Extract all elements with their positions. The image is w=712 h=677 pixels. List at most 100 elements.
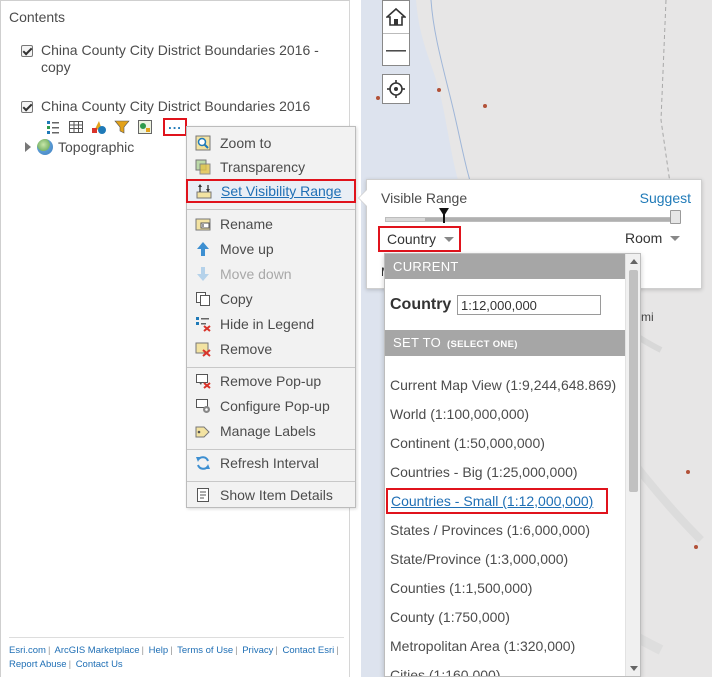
more-options-label: ... [168,116,182,132]
menu-item-transparency[interactable]: Transparency [187,155,355,179]
scale-option[interactable]: Metropolitan Area (1:320,000) [385,633,625,659]
range-slider-fill [425,218,678,221]
more-options-button[interactable]: ... [163,118,187,136]
max-scale-value: Room [625,230,663,246]
copy-icon [195,291,211,307]
menu-item-move-down: Move down [187,262,355,286]
scale-dropdown: CURRENT Country SET TO(SELECT ONE) Curre… [384,253,641,677]
map-city-dot [437,88,441,92]
remove-popup-icon [195,373,211,389]
menu-item-copy[interactable]: Copy [187,287,355,311]
scroll-down-icon[interactable] [630,666,638,671]
scale-option[interactable]: Counties (1:1,500,000) [385,575,625,601]
menu-item-manage-labels[interactable]: Manage Labels [187,419,355,443]
menu-item-remove-popup[interactable]: Remove Pop-up [187,369,355,393]
scale-option[interactable]: States / Provinces (1:6,000,000) [385,517,625,543]
layer-name[interactable]: China County City District Boundaries 20… [41,42,336,76]
scale-option[interactable]: Cities (1:160,000) [385,662,625,676]
basemap-label[interactable]: Topographic [58,139,134,155]
table-icon[interactable] [68,119,84,135]
dropdown-scrollbar[interactable] [625,254,640,676]
layer-visibility-checkbox[interactable] [21,45,33,57]
suggest-link[interactable]: Suggest [640,190,691,206]
layer-name[interactable]: China County City District Boundaries 20… [41,98,336,115]
remove-icon [195,341,211,357]
zoom-controls: — [382,0,410,66]
change-style-icon[interactable] [91,119,107,135]
map-place-label: mi [641,310,654,324]
set-to-header: SET TO (SELECT ONE) [385,330,625,356]
min-scale-select[interactable]: Country [378,226,461,252]
layer-row-boundaries[interactable]: China County City District Boundaries 20… [21,98,336,115]
chevron-down-icon [670,235,681,241]
refresh-icon [195,455,211,471]
footer-link-terms[interactable]: Terms of Use [177,645,233,656]
current-scale-input[interactable] [457,295,601,315]
max-scale-select[interactable]: Room [625,230,681,246]
map-city-dot [376,96,380,100]
footer-link-marketplace[interactable]: ArcGIS Marketplace [55,645,140,656]
home-button[interactable] [383,1,409,34]
filter-icon[interactable] [114,119,130,135]
menu-item-remove[interactable]: Remove [187,337,355,361]
transparency-icon [195,159,211,175]
scale-option[interactable]: County (1:750,000) [385,604,625,630]
menu-item-configure-popup[interactable]: Configure Pop-up [187,394,355,418]
footer-links: Esri.com | ArcGIS Marketplace | Help | Term… [9,637,344,672]
analysis-icon[interactable] [137,119,153,135]
globe-icon [37,139,53,155]
menu-item-set-visibility-range[interactable]: Set Visibility Range [186,179,356,203]
zoom-out-button[interactable]: — [383,34,409,66]
scale-option[interactable]: Countries - Big (1:25,000,000) [385,459,625,485]
menu-item-move-up[interactable]: Move up [187,237,355,261]
layer-row-copy[interactable]: China County City District Boundaries 20… [21,42,336,76]
legend-icon[interactable] [45,119,61,135]
footer-link-report-abuse[interactable]: Report Abuse [9,659,67,670]
scale-option[interactable]: Continent (1:50,000,000) [385,430,625,456]
footer-link-contact-esri[interactable]: Contact Esri [282,645,334,656]
locate-icon [387,80,405,98]
footer-link-contact-us[interactable]: Contact Us [76,659,123,670]
menu-divider [187,449,355,450]
scale-option[interactable]: State/Province (1:3,000,000) [385,546,625,572]
scroll-up-icon[interactable] [630,259,638,264]
basemap-row[interactable]: Topographic [25,139,134,155]
menu-item-refresh-interval[interactable]: Refresh Interval [187,451,355,475]
scale-option-selected[interactable]: Countries - Small (1:12,000,000) [386,488,608,514]
menu-divider [187,367,355,368]
arrow-up-icon [195,241,211,257]
min-scale-value: Country [387,231,437,247]
layer-tools: ... [45,118,187,136]
footer-link-privacy[interactable]: Privacy [242,645,273,656]
rename-icon [195,216,211,232]
max-scale-handle[interactable] [670,210,681,224]
footer-link-esri[interactable]: Esri.com [9,645,46,656]
visibility-range-icon [196,183,212,199]
map-city-dot [686,470,690,474]
min-scale-handle-stem[interactable] [443,214,445,223]
visible-range-title: Visible Range [381,190,468,206]
menu-item-hide-in-legend[interactable]: Hide in Legend [187,312,355,336]
chevron-down-icon [444,236,455,242]
hide-legend-icon [195,316,211,332]
configure-popup-icon [195,398,211,414]
footer-link-help[interactable]: Help [149,645,169,656]
current-header: CURRENT [385,254,625,279]
scale-option[interactable]: World (1:100,000,000) [385,401,625,427]
menu-item-rename[interactable]: Rename [187,212,355,236]
scroll-thumb[interactable] [629,270,638,492]
current-scale-label: Country [390,296,452,313]
map-city-dot [483,104,487,108]
home-icon [386,7,406,26]
map-city-dot [694,545,698,549]
layer-context-menu: Zoom to Transparency Set Visibility Rang… [186,126,356,508]
manage-labels-icon [195,423,211,439]
layer-visibility-checkbox[interactable] [21,101,33,113]
menu-divider [187,209,355,210]
scale-option[interactable]: Current Map View (1:9,244,648.869) [385,372,625,398]
locate-button[interactable] [382,74,410,104]
expand-caret-icon[interactable] [25,142,31,152]
menu-item-zoom-to[interactable]: Zoom to [187,131,355,155]
menu-item-show-item-details[interactable]: Show Item Details [187,483,355,507]
arrow-down-icon [195,266,211,282]
